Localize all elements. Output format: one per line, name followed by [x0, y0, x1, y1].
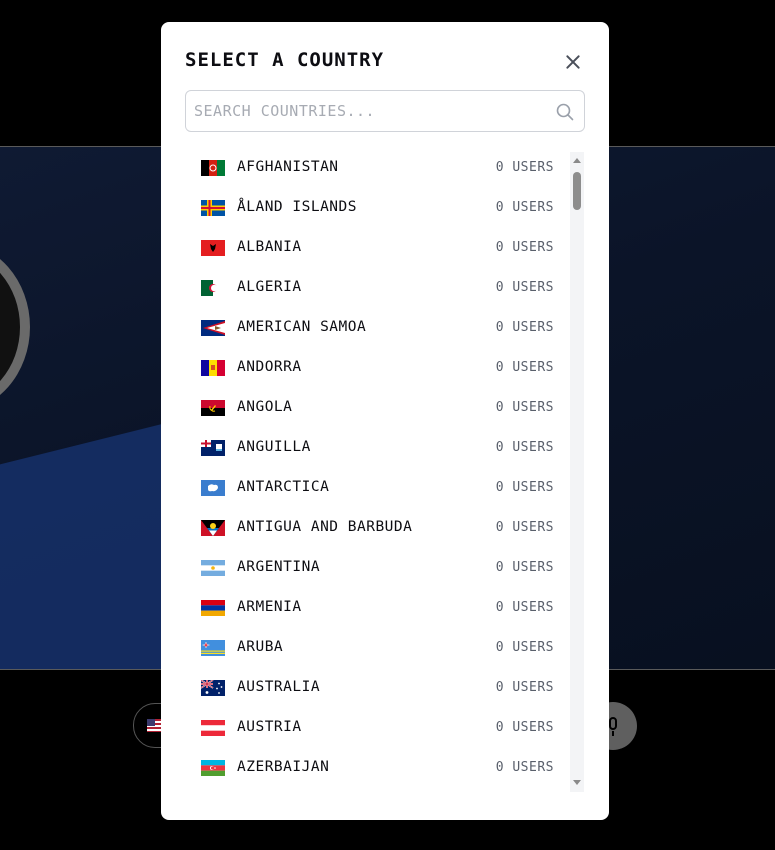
country-name: ARGENTINA	[237, 559, 321, 575]
country-select-modal: SELECT A COUNTRY AFGHANISTAN 0 USERS ÅLA…	[161, 22, 609, 820]
country-row-andorra[interactable]: ANDORRA 0 USERS	[185, 348, 565, 388]
user-count: 0 USERS	[495, 440, 554, 455]
country-name: AZERBAIJAN	[237, 759, 330, 775]
american-samoa-flag-icon	[201, 320, 225, 336]
search-box	[185, 90, 585, 132]
user-count: 0 USERS	[495, 240, 554, 255]
country-row-american-samoa[interactable]: AMERICAN SAMOA 0 USERS	[185, 308, 565, 348]
country-row-argentina[interactable]: ARGENTINA 0 USERS	[185, 548, 565, 588]
country-name: AUSTRALIA	[237, 679, 321, 695]
albania-flag-icon	[201, 240, 225, 256]
user-count: 0 USERS	[495, 640, 554, 655]
country-row-aland-islands[interactable]: ÅLAND ISLANDS 0 USERS	[185, 188, 565, 228]
country-row-austria[interactable]: AUSTRIA 0 USERS	[185, 708, 565, 748]
australia-flag-icon	[201, 680, 225, 696]
country-row-azerbaijan[interactable]: AZERBAIJAN 0 USERS	[185, 748, 565, 788]
country-name: ANGUILLA	[237, 439, 311, 455]
azerbaijan-flag-icon	[201, 760, 225, 776]
country-name: ANTARCTICA	[237, 479, 330, 495]
search-input[interactable]	[186, 91, 546, 131]
argentina-flag-icon	[201, 560, 225, 576]
armenia-flag-icon	[201, 600, 225, 616]
country-row-antarctica[interactable]: ANTARCTICA 0 USERS	[185, 468, 565, 508]
user-count: 0 USERS	[495, 200, 554, 215]
country-list: AFGHANISTAN 0 USERS ÅLAND ISLANDS 0 USER…	[185, 148, 565, 788]
country-row-albania[interactable]: ALBANIA 0 USERS	[185, 228, 565, 268]
andorra-flag-icon	[201, 360, 225, 376]
modal-title: SELECT A COUNTRY	[185, 49, 385, 71]
scroll-down-arrow-icon[interactable]	[573, 780, 581, 785]
country-name: ÅLAND ISLANDS	[237, 199, 357, 215]
country-row-angola[interactable]: ANGOLA 0 USERS	[185, 388, 565, 428]
user-count: 0 USERS	[495, 400, 554, 415]
country-name: ARUBA	[237, 639, 284, 655]
scrollbar-thumb[interactable]	[573, 172, 581, 210]
user-count: 0 USERS	[495, 480, 554, 495]
user-count: 0 USERS	[495, 680, 554, 695]
antarctica-flag-icon	[201, 480, 225, 496]
country-name: ALGERIA	[237, 279, 302, 295]
country-row-aruba[interactable]: ARUBA 0 USERS	[185, 628, 565, 668]
list-scrollbar[interactable]	[570, 152, 584, 792]
country-name: ANGOLA	[237, 399, 293, 415]
user-count: 0 USERS	[495, 320, 554, 335]
user-count: 0 USERS	[495, 720, 554, 735]
country-row-algeria[interactable]: ALGERIA 0 USERS	[185, 268, 565, 308]
microphone-icon	[609, 717, 617, 730]
austria-flag-icon	[201, 720, 225, 736]
afghanistan-flag-icon	[201, 160, 225, 176]
user-count: 0 USERS	[495, 760, 554, 775]
country-name: AMERICAN SAMOA	[237, 319, 367, 335]
country-name: AFGHANISTAN	[237, 159, 339, 175]
search-icon	[556, 103, 574, 121]
country-row-australia[interactable]: AUSTRALIA 0 USERS	[185, 668, 565, 708]
country-name: AUSTRIA	[237, 719, 302, 735]
country-name: ANDORRA	[237, 359, 302, 375]
country-row-armenia[interactable]: ARMENIA 0 USERS	[185, 588, 565, 628]
anguilla-flag-icon	[201, 440, 225, 456]
aruba-flag-icon	[201, 640, 225, 656]
user-count: 0 USERS	[495, 560, 554, 575]
algeria-flag-icon	[201, 280, 225, 296]
country-row-afghanistan[interactable]: AFGHANISTAN 0 USERS	[185, 148, 565, 188]
country-name: ARMENIA	[237, 599, 302, 615]
user-count: 0 USERS	[495, 160, 554, 175]
user-count: 0 USERS	[495, 600, 554, 615]
country-name: ANTIGUA AND BARBUDA	[237, 519, 413, 535]
scroll-up-arrow-icon[interactable]	[573, 158, 581, 163]
aland-islands-flag-icon	[201, 200, 225, 216]
background-logo	[0, 242, 30, 412]
close-button[interactable]	[559, 48, 587, 76]
country-row-anguilla[interactable]: ANGUILLA 0 USERS	[185, 428, 565, 468]
user-count: 0 USERS	[495, 360, 554, 375]
antigua-and-barbuda-flag-icon	[201, 520, 225, 536]
angola-flag-icon	[201, 400, 225, 416]
country-name: ALBANIA	[237, 239, 302, 255]
user-count: 0 USERS	[495, 520, 554, 535]
user-count: 0 USERS	[495, 280, 554, 295]
country-row-antigua-and-barbuda[interactable]: ANTIGUA AND BARBUDA 0 USERS	[185, 508, 565, 548]
